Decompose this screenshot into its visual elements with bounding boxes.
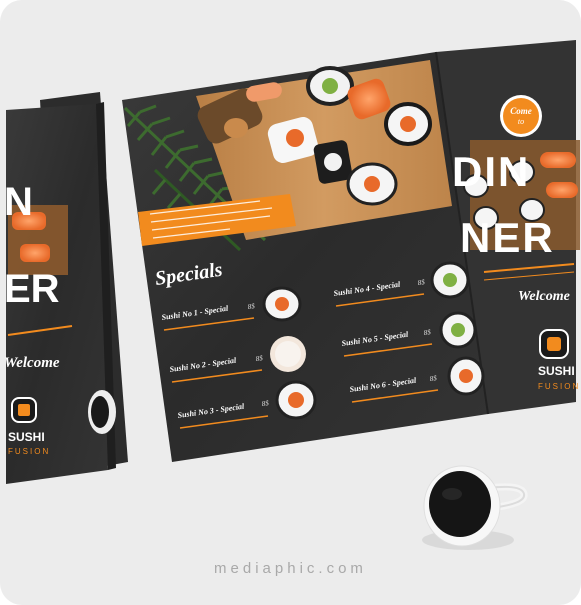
left-headline-line-2: ER [4, 267, 60, 311]
come-to-badge: Come to [500, 95, 542, 137]
mockup-frame: N ER Welcome SUSHI FUSION Specials Sushi… [0, 0, 581, 605]
coffee-cup-icon [422, 465, 528, 550]
left-welcome-text: Welcome [4, 355, 60, 371]
right-welcome-text: Welcome [518, 289, 570, 304]
right-brand-bottom: FUSION [538, 382, 580, 391]
right-headline-line-2: NER [460, 214, 555, 261]
sushi-fusion-logo-icon [11, 397, 37, 423]
left-headline-line-1: N [4, 180, 33, 224]
right-headline-line-1: DIN [452, 148, 530, 195]
right-brand-top: SUSHI [538, 364, 575, 378]
left-brand-top: SUSHI [8, 430, 45, 444]
left-brochure: N ER Welcome SUSHI FUSION [4, 92, 128, 484]
main-brochure: Specials Sushi No 1 - Special 8$ Sushi N… [122, 40, 580, 462]
left-brand-bottom: FUSION [8, 447, 50, 456]
menu-mockup-illustration: N ER Welcome SUSHI FUSION Specials Sushi… [4, 40, 580, 550]
badge-line-1: Come [510, 106, 532, 116]
badge-line-2: to [518, 117, 524, 126]
sushi-fusion-logo-icon [539, 329, 569, 359]
watermark-text: mediaphic.com [214, 560, 367, 577]
